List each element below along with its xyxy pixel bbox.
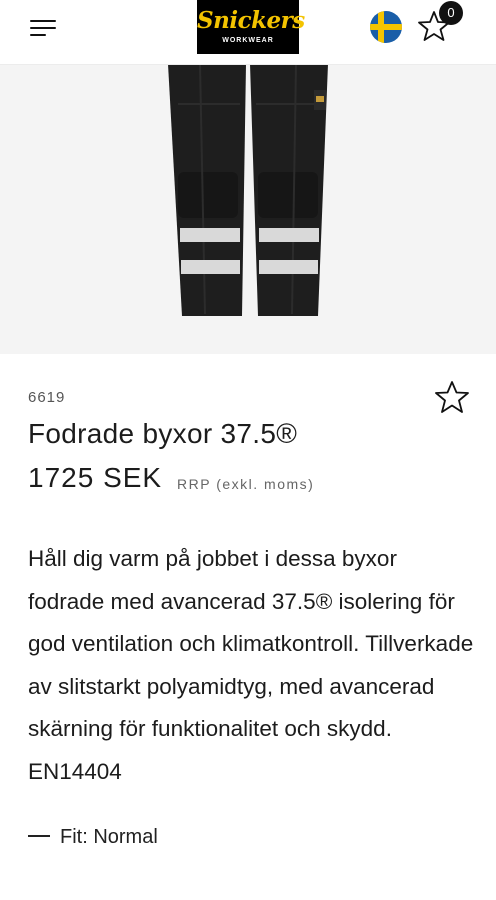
price-note: RRP (exkl. moms) — [177, 476, 315, 492]
snickers-logo[interactable]: Snickers WORKWEAR — [197, 0, 305, 54]
favorites-count-badge: 0 — [439, 1, 463, 25]
logo-subtext: WORKWEAR — [222, 37, 274, 44]
fit-label: Fit: Normal — [60, 826, 158, 848]
hamburger-menu-icon[interactable] — [26, 14, 62, 42]
product-price: 1725 SEK — [28, 462, 163, 493]
trousers-image — [168, 64, 328, 316]
sweden-flag-icon[interactable] — [369, 10, 403, 44]
dash-icon — [28, 835, 50, 838]
site-header: Snickers WORKWEAR 0 — [0, 0, 496, 65]
product-title: Fodrade byxor 37.5® — [28, 418, 298, 449]
fit-info: Fit: Normal — [28, 826, 158, 849]
add-to-favorites-star-icon[interactable] — [434, 379, 470, 415]
product-sku: 6619 — [28, 389, 66, 406]
product-description: Håll dig varm på jobbet i dessa byxor fo… — [28, 546, 474, 784]
product-image — [0, 64, 496, 354]
logo-wordmark: Snickers — [197, 7, 305, 34]
